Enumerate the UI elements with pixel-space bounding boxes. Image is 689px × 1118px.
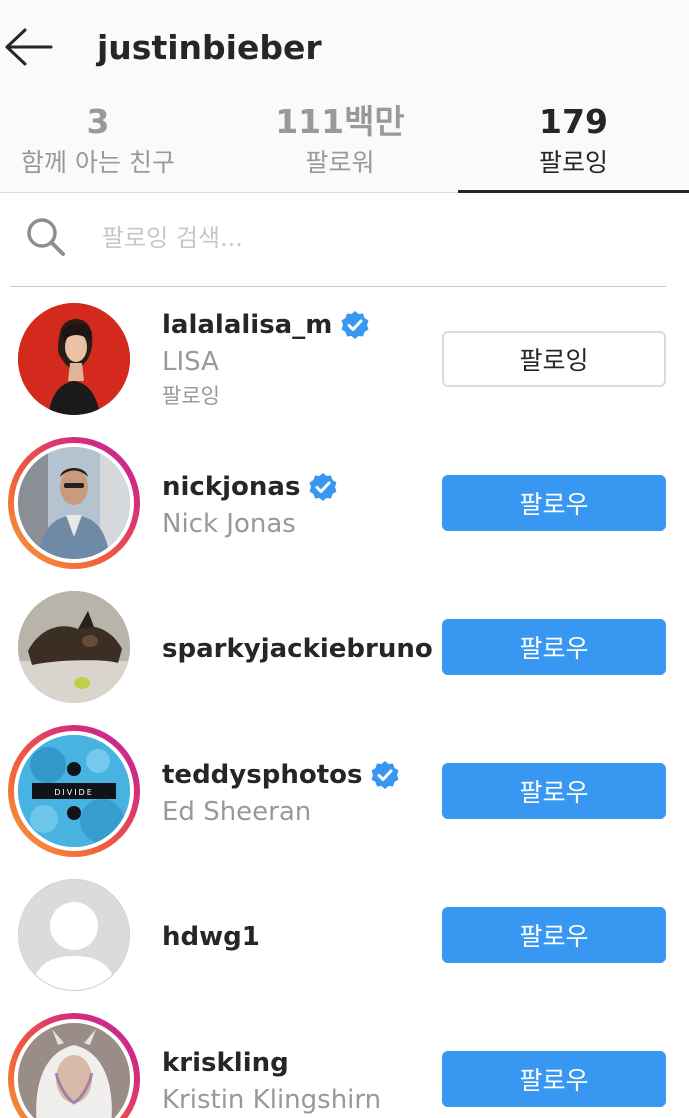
avatar-photo <box>18 1023 130 1118</box>
tab-followers[interactable]: 111백만 팔로워 <box>240 95 440 192</box>
full-name: LISA <box>162 347 219 377</box>
avatar-story-ring[interactable]: DIVIDE <box>8 725 140 857</box>
avatar-story-ring[interactable] <box>8 1013 140 1118</box>
avatar[interactable] <box>18 591 130 703</box>
follow-button[interactable]: 팔로우 <box>442 763 666 819</box>
tab-following[interactable]: 179 팔로잉 <box>458 95 689 193</box>
avatar-photo <box>18 591 130 703</box>
full-name: Ed Sheeran <box>162 797 312 827</box>
avatar[interactable] <box>18 303 130 415</box>
list-item[interactable]: kriskling Kristin Klingshirn 팔로우 <box>0 1007 689 1118</box>
avatar-placeholder[interactable] <box>18 879 130 991</box>
list-item[interactable]: DIVIDE teddysphotos Ed Sheeran 팔로우 <box>0 719 689 863</box>
search-icon <box>27 218 65 256</box>
tab-label: 함께 아는 친구 <box>21 148 175 177</box>
follow-button[interactable]: 팔로우 <box>442 1051 666 1107</box>
avatar-story-ring[interactable] <box>8 437 140 569</box>
default-avatar-icon <box>19 880 129 990</box>
album-title: DIVIDE <box>54 788 94 797</box>
page-title: justinbieber <box>97 28 322 67</box>
list-item[interactable]: lalalalisa_m LISA 팔로잉 팔로잉 <box>0 287 689 431</box>
verified-badge-icon <box>309 473 337 501</box>
search-input[interactable] <box>102 218 642 258</box>
username[interactable]: nickjonas <box>162 469 300 505</box>
account-info: lalalalisa_m LISA 팔로잉 <box>162 307 370 411</box>
following-button[interactable]: 팔로잉 <box>442 331 666 387</box>
account-info: kriskling Kristin Klingshirn <box>162 1045 381 1118</box>
verified-badge-icon <box>341 311 369 339</box>
account-info: nickjonas Nick Jonas <box>162 469 338 543</box>
tab-count: 179 <box>539 102 608 141</box>
list-item[interactable]: nickjonas Nick Jonas 팔로우 <box>0 431 689 575</box>
avatar-photo <box>18 447 130 559</box>
arrow-left-icon <box>5 28 53 66</box>
tab-count: 111백만 <box>275 102 405 141</box>
list-item[interactable]: hdwg1 팔로우 <box>0 863 689 1007</box>
search-bar <box>10 192 666 287</box>
full-name: Kristin Klingshirn <box>162 1085 382 1115</box>
avatar-photo: DIVIDE <box>18 735 130 847</box>
username[interactable]: teddysphotos <box>162 757 362 793</box>
follow-button[interactable]: 팔로우 <box>442 619 666 675</box>
tab-label: 팔로잉 <box>538 148 608 177</box>
username[interactable]: lalalalisa_m <box>162 307 332 343</box>
account-info: sparkyjackiebruno <box>162 631 433 667</box>
back-button[interactable] <box>0 22 56 72</box>
tab-label: 팔로워 <box>305 148 375 177</box>
avatar-photo <box>18 303 130 415</box>
username[interactable]: sparkyjackiebruno <box>162 631 433 667</box>
following-screen: justinbieber 3 함께 아는 친구 111백만 팔로워 179 팔로… <box>0 0 689 1118</box>
account-info: teddysphotos Ed Sheeran <box>162 757 400 831</box>
tab-mutual-friends[interactable]: 3 함께 아는 친구 <box>0 95 196 192</box>
username[interactable]: kriskling <box>162 1045 289 1081</box>
following-status: 팔로잉 <box>162 384 220 408</box>
follow-button[interactable]: 팔로우 <box>442 907 666 963</box>
verified-badge-icon <box>371 761 399 789</box>
full-name: Nick Jonas <box>162 509 296 539</box>
tab-bar: 3 함께 아는 친구 111백만 팔로워 179 팔로잉 <box>0 95 689 193</box>
top-bar: justinbieber <box>0 0 689 95</box>
account-info: hdwg1 <box>162 919 260 955</box>
follow-button[interactable]: 팔로우 <box>442 475 666 531</box>
username[interactable]: hdwg1 <box>162 919 260 955</box>
tab-count: 3 <box>86 102 110 141</box>
list-item[interactable]: sparkyjackiebruno 팔로우 <box>0 575 689 719</box>
